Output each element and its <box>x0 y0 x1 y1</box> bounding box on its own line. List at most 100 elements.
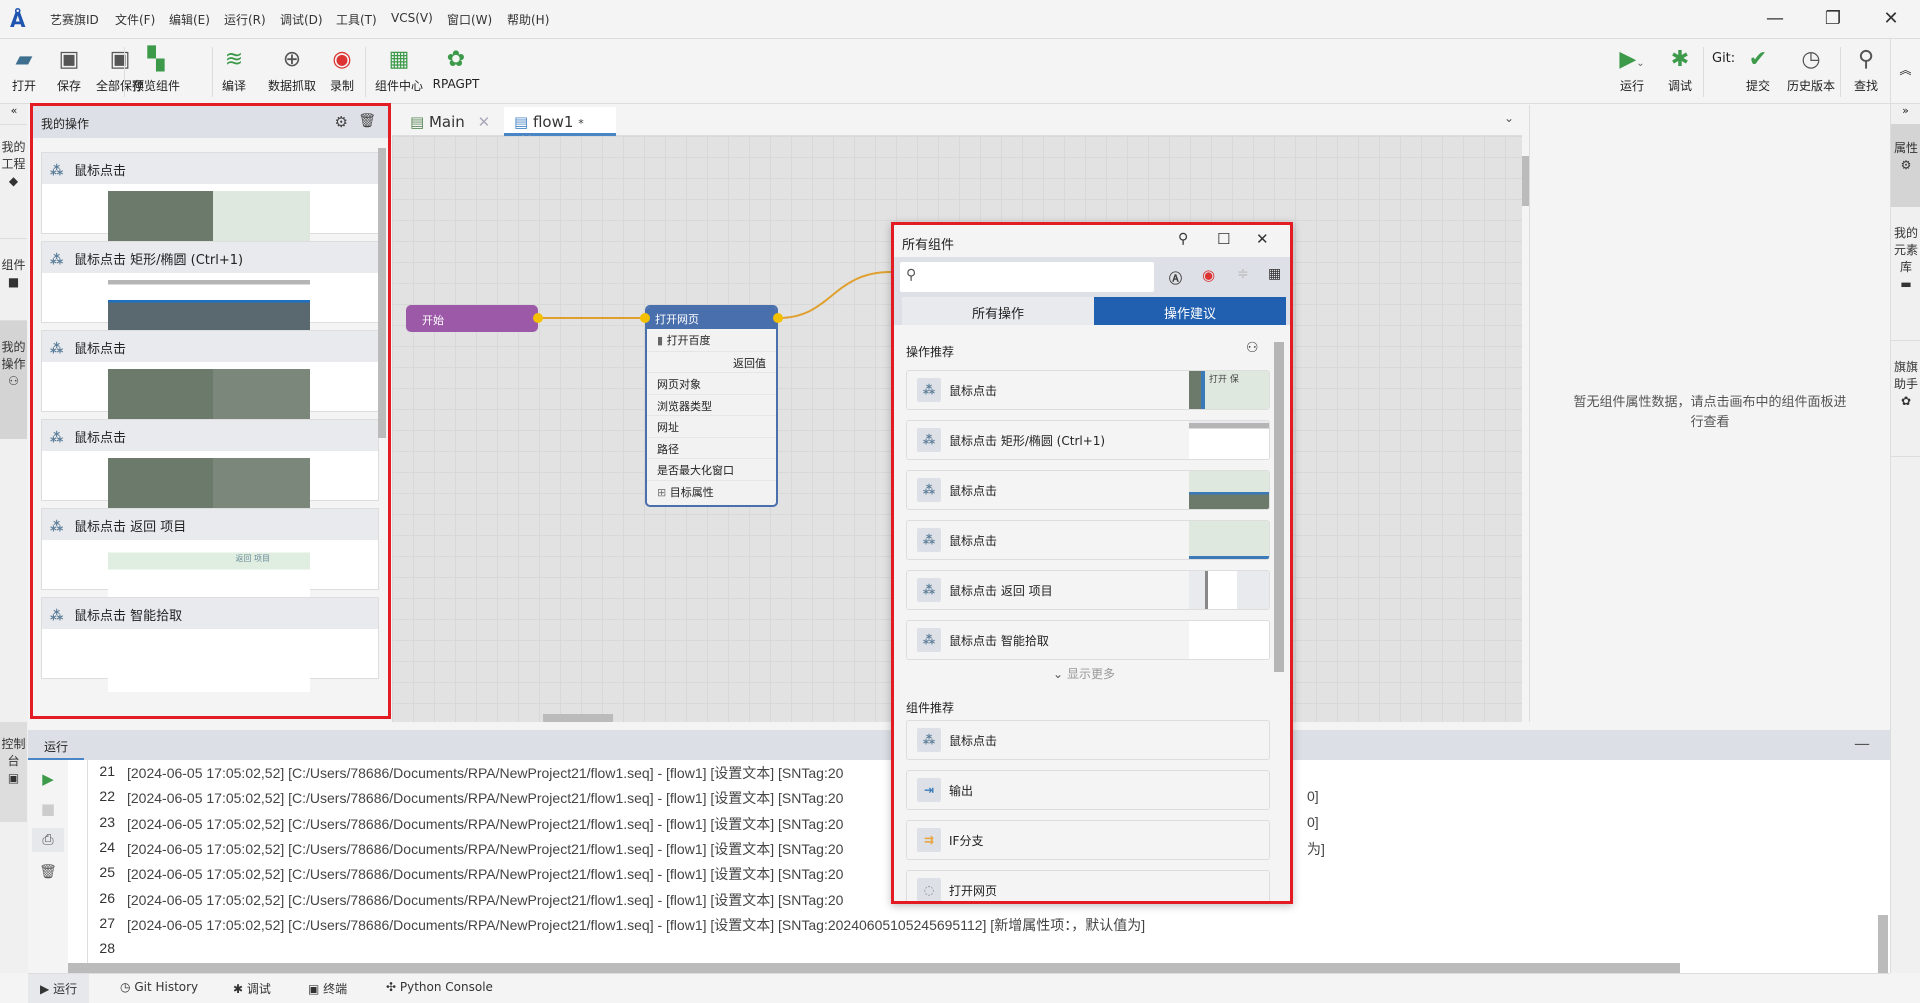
toolbar-divider <box>1840 47 1841 97</box>
log-horizontal-scrollbar[interactable] <box>68 963 1680 973</box>
bug-icon: ✱ <box>233 982 244 996</box>
operation-label: 鼠标点击 <box>949 384 998 398</box>
suggested-component-item[interactable]: ⇥ 输出 <box>906 770 1270 810</box>
ai-icon[interactable]: Ⓐ <box>1169 268 1182 287</box>
close-button[interactable]: ✕ <box>1876 6 1906 32</box>
collapse-icon[interactable]: ≑ <box>1237 266 1249 282</box>
operation-card[interactable]: ⁂ 鼠标点击 智能拾取 <box>41 597 379 692</box>
rpagpt-button[interactable]: ✿ RPAGPT <box>430 47 482 91</box>
log-text: [2024-06-05 17:05:02,52] [C:/Users/78686… <box>127 866 844 883</box>
sidebar-tab-element-library[interactable]: 我的元素库 ▬ <box>1891 207 1920 341</box>
mouse-click-icon: ⁂ <box>917 428 941 452</box>
preview-components-button[interactable]: ▚ 预览组件 <box>128 47 184 94</box>
run-panel-title[interactable]: 运行 <box>28 730 84 760</box>
suggested-component-item[interactable]: ⇉ IF分支 <box>906 820 1270 860</box>
show-more-button[interactable]: ⌄ 显示更多 <box>894 665 1274 682</box>
search-button[interactable]: ⚲ 查找 <box>1850 47 1882 94</box>
bottom-tab-git-history[interactable]: ◷ Git History <box>120 980 198 994</box>
target-props-toggle[interactable]: ⊞ 目标属性 <box>647 479 776 502</box>
operation-label: 鼠标点击 矩形/椭圆 (Ctrl+1) <box>949 434 1106 448</box>
suggested-component-item[interactable]: ⁂ 鼠标点击 <box>906 720 1270 760</box>
log-text: [2024-06-05 17:05:02,52] [C:/Users/78686… <box>127 916 1146 933</box>
save-button[interactable]: ▣ 保存 <box>53 47 85 94</box>
data-scrape-button[interactable]: ⊕ 数据抓取 <box>266 47 318 94</box>
tabs-dropdown-icon[interactable]: ⌄ <box>1504 111 1514 125</box>
collapse-toolbar-icon[interactable]: ︽ <box>1890 39 1920 104</box>
maximize-icon[interactable]: ☐ <box>1217 230 1230 248</box>
operation-card[interactable]: ⁂ 鼠标点击 <box>41 330 379 425</box>
grid-icon[interactable]: ▦ <box>1268 266 1281 282</box>
bottom-tab-terminal[interactable]: ▣ 终端 <box>308 980 347 997</box>
log-vertical-scrollbar[interactable] <box>1878 915 1888 973</box>
trash-icon[interactable]: 🗑 <box>358 113 376 129</box>
bottom-tab-run[interactable]: ▶ 运行 <box>28 974 90 1003</box>
suggested-operation-item[interactable]: ⁂ 鼠标点击 <box>906 520 1270 560</box>
tab-all-operations[interactable]: 所有操作 <box>902 297 1094 325</box>
menu-help[interactable]: 帮助(H) <box>507 11 549 28</box>
operation-label: 鼠标点击 智能拾取 <box>949 634 1049 648</box>
data-scrape-icon: ⊕ <box>282 47 302 72</box>
suggested-operation-item[interactable]: ⁂ 鼠标点击 <box>906 470 1270 510</box>
run-button[interactable]: ▶⌄ 运行 <box>1612 47 1652 94</box>
close-tab-icon[interactable]: ✕ <box>478 113 491 131</box>
record-icon[interactable]: ◉ <box>1202 266 1215 284</box>
restore-button[interactable]: ❐ <box>1818 6 1848 32</box>
mouse-click-icon: ⁂ <box>50 520 64 535</box>
start-node[interactable]: 开始 <box>406 305 538 332</box>
menu-tools[interactable]: 工具(T) <box>336 11 377 28</box>
dialog-scrollbar[interactable] <box>1274 342 1284 672</box>
pin-icon[interactable]: ⚲ <box>1178 231 1188 247</box>
suggested-operation-item[interactable]: ⁂ 鼠标点击 矩形/椭圆 (Ctrl+1) <box>906 420 1270 460</box>
operation-card[interactable]: ⁂ 鼠标点击 <box>41 419 379 514</box>
line-number: 25 <box>99 864 115 881</box>
sidebar-tab-my-operations[interactable]: 我的操作 ⚇ <box>0 321 27 439</box>
debug-button[interactable]: ✱ 调试 <box>1664 47 1696 94</box>
menu-edit[interactable]: 编辑(E) <box>169 11 210 28</box>
user-icon[interactable]: ⚇ <box>1246 340 1259 356</box>
sidebar-tab-console[interactable]: 控制台 ▣ <box>0 722 27 822</box>
output-port[interactable] <box>773 313 783 323</box>
suggested-operation-item[interactable]: ⁂ 鼠标点击 返回 项目 <box>906 570 1270 610</box>
compile-button[interactable]: ≋ 编译 <box>218 47 250 94</box>
tab-main[interactable]: ▤ Main ✕ <box>400 107 500 136</box>
suggested-operation-item[interactable]: ⁂ 鼠标点击 打开 保 <box>906 370 1270 410</box>
open-page-node[interactable]: 打开网页 ▮ 打开百度 返回值 网页对象 浏览器类型 网址 路径 是否最大化窗口… <box>645 305 778 507</box>
collapse-right-icon[interactable]: » <box>1891 104 1920 124</box>
tab-flow1[interactable]: ▤ flow1 * ✕ <box>504 107 616 149</box>
sidebar-tab-label: 我的工程 <box>1 140 26 171</box>
sidebar-tab-my-project[interactable]: 我的工程 ◆ <box>0 124 27 239</box>
search-field[interactable] <box>926 266 1146 288</box>
minimize-button[interactable]: — <box>1760 6 1790 32</box>
bottom-tab-debug[interactable]: ✱ 调试 <box>233 980 271 997</box>
menu-run[interactable]: 运行(R) <box>224 11 266 28</box>
minimize-panel-icon[interactable]: — <box>1854 734 1870 753</box>
save-label: 保存 <box>56 79 81 93</box>
history-button[interactable]: ◷ 历史版本 <box>1783 47 1839 94</box>
menu-debug[interactable]: 调试(D) <box>280 11 323 28</box>
bottom-tab-python-console[interactable]: ✣ Python Console <box>386 980 493 994</box>
commit-button[interactable]: ✔ 提交 <box>1742 47 1774 94</box>
suggested-component-item[interactable]: ◌ 打开网页 <box>906 870 1270 901</box>
menu-file[interactable]: 文件(F) <box>115 11 155 28</box>
operation-card[interactable]: ⁂ 鼠标点击 矩形/椭圆 (Ctrl+1) <box>41 241 379 336</box>
record-button[interactable]: ◉ 录制 <box>326 47 358 94</box>
open-button[interactable]: ▰ 打开 <box>8 47 40 94</box>
sidebar-tab-assistant[interactable]: 旗旗助手 ✿ <box>1891 341 1920 457</box>
suggested-operation-item[interactable]: ⁂ 鼠标点击 智能拾取 <box>906 620 1270 660</box>
search-input[interactable]: ⚲ <box>900 262 1154 292</box>
canvas-horizontal-scrollbar[interactable] <box>543 714 613 722</box>
sidebar-tab-components[interactable]: 组件 ■ <box>0 239 27 321</box>
gear-icon[interactable]: ⚙ <box>335 113 348 131</box>
sidebar-tab-properties[interactable]: 属性 ⚙ <box>1891 124 1920 207</box>
menu-window[interactable]: 窗口(W) <box>447 11 492 28</box>
operation-card[interactable]: ⁂ 鼠标点击 返回 项目 返回 项目 <box>41 508 379 603</box>
output-port[interactable] <box>533 313 543 323</box>
panel-scrollbar[interactable] <box>378 148 386 438</box>
close-icon[interactable]: ✕ <box>1256 230 1269 248</box>
collapse-left-icon[interactable]: « <box>0 104 28 124</box>
tab-operation-suggestions[interactable]: 操作建议 <box>1094 297 1286 325</box>
operation-card[interactable]: ⁂ 鼠标点击 <box>41 152 379 247</box>
component-center-button[interactable]: ▦ 组件中心 <box>373 47 425 94</box>
menu-vcs[interactable]: VCS(V) <box>391 11 433 25</box>
input-port[interactable] <box>640 313 650 323</box>
